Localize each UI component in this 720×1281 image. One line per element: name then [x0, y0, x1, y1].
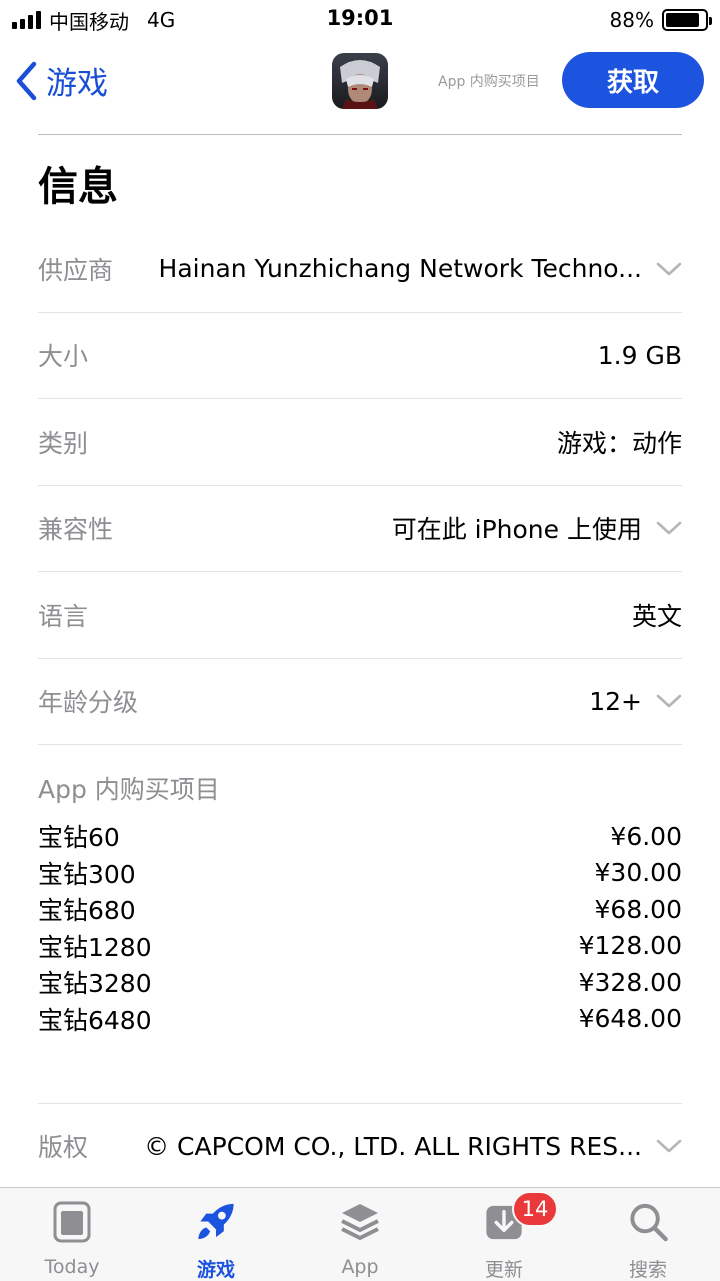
iap-price: ¥648.00: [578, 1004, 682, 1034]
row-value: 英文: [631, 601, 682, 631]
tab-label: 搜索: [628, 1259, 667, 1281]
iap-name: 宝钻680: [38, 896, 136, 926]
iap-price: ¥30.00: [594, 858, 682, 888]
info-row-compatibility[interactable]: 兼容性 可在此 iPhone 上使用: [38, 486, 682, 572]
chevron-down-icon: [656, 262, 682, 276]
iap-name: 宝钻60: [38, 823, 120, 853]
row-value: 可在此 iPhone 上使用: [391, 515, 642, 545]
row-label: 语言: [38, 601, 89, 631]
iap-name: 宝钻3280: [38, 969, 152, 999]
updates-badge: 14: [512, 1191, 558, 1227]
iap-name: 宝钻6480: [38, 1005, 152, 1035]
tab-apps[interactable]: App: [288, 1188, 432, 1281]
iap-price: ¥328.00: [578, 967, 682, 997]
iap-name: 宝钻1280: [38, 932, 152, 962]
tab-label: Today: [44, 1256, 100, 1278]
tab-label: 更新: [484, 1259, 523, 1281]
tab-label: 游戏: [196, 1259, 235, 1281]
chevron-down-icon: [656, 694, 682, 708]
iap-price: ¥68.00: [594, 894, 682, 924]
row-value: 1.9 GB: [597, 340, 682, 370]
info-row-category: 类别 游戏：动作: [38, 399, 682, 486]
tab-search[interactable]: 搜索: [576, 1188, 720, 1281]
info-row-language: 语言 英文: [38, 572, 682, 659]
battery-percent: 88%: [609, 8, 654, 32]
chevron-left-icon: [16, 61, 37, 100]
layers-icon: [341, 1204, 379, 1240]
row-label: 类别: [38, 428, 89, 458]
chevron-down-icon: [656, 1139, 682, 1153]
row-label: 版权: [38, 1133, 89, 1162]
row-value: Hainan Yunzhichang Network Techno...: [158, 254, 642, 284]
row-label: 大小: [38, 342, 89, 372]
app-icon: [332, 53, 388, 109]
row-label: 供应商: [38, 255, 114, 285]
tab-label: App: [341, 1256, 379, 1278]
iap-item: 宝钻3280 ¥328.00: [38, 964, 682, 1001]
iap-item: 宝钻300 ¥30.00: [38, 855, 682, 892]
iap-item: 宝钻1280 ¥128.00: [38, 928, 682, 965]
tab-games[interactable]: 游戏: [144, 1188, 288, 1281]
back-label: 游戏: [46, 66, 108, 102]
today-icon: [53, 1201, 91, 1243]
nav-bar: 游戏 App 内购买项目 获取: [0, 40, 720, 134]
rocket-icon: [198, 1203, 234, 1240]
chevron-down-icon: [656, 521, 682, 535]
iap-item: 宝钻6480 ¥648.00: [38, 1001, 682, 1038]
row-label: 兼容性: [38, 515, 114, 545]
row-value: © CAPCOM CO., LTD. ALL RIGHTS RES...: [144, 1131, 642, 1161]
tab-bar: Today 游戏 App 更新 搜索: [0, 1187, 720, 1281]
battery-fill: [666, 13, 700, 27]
nav-divider: [38, 134, 682, 135]
iap-price: ¥6.00: [610, 821, 682, 851]
info-row-size: 大小 1.9 GB: [38, 313, 682, 399]
iap-price: ¥128.00: [578, 931, 682, 961]
iap-item: 宝钻680 ¥68.00: [38, 891, 682, 928]
search-icon: [630, 1203, 668, 1242]
battery-icon: [662, 9, 712, 31]
section-title: 信息: [38, 164, 118, 210]
iap-item: 宝钻60 ¥6.00: [38, 818, 682, 855]
row-value: 游戏：动作: [556, 428, 682, 458]
back-button[interactable]: 游戏: [14, 58, 108, 103]
info-row-copyright[interactable]: 版权 © CAPCOM CO., LTD. ALL RIGHTS RES...: [38, 1104, 682, 1188]
get-button[interactable]: 获取: [562, 52, 704, 108]
status-right: 88%: [609, 6, 712, 34]
status-bar: 中国移动 4G 19:01 88%: [0, 0, 720, 40]
iap-title: App 内购买项目: [38, 775, 220, 804]
row-value: 12+: [589, 686, 642, 716]
in-app-purchases: App 内购买项目 宝钻60 ¥6.00 宝钻300 ¥30.00 宝钻680 …: [38, 770, 682, 1037]
tab-today[interactable]: Today: [0, 1188, 144, 1281]
info-list: 供应商 Hainan Yunzhichang Network Techno...…: [38, 226, 682, 745]
info-row-provider[interactable]: 供应商 Hainan Yunzhichang Network Techno...: [38, 226, 682, 313]
iap-name: 宝钻300: [38, 859, 136, 889]
in-app-purchase-note: App 内购买项目: [438, 74, 540, 90]
row-label: 年龄分级: [38, 688, 139, 718]
info-row-age-rating[interactable]: 年龄分级 12+: [38, 659, 682, 745]
